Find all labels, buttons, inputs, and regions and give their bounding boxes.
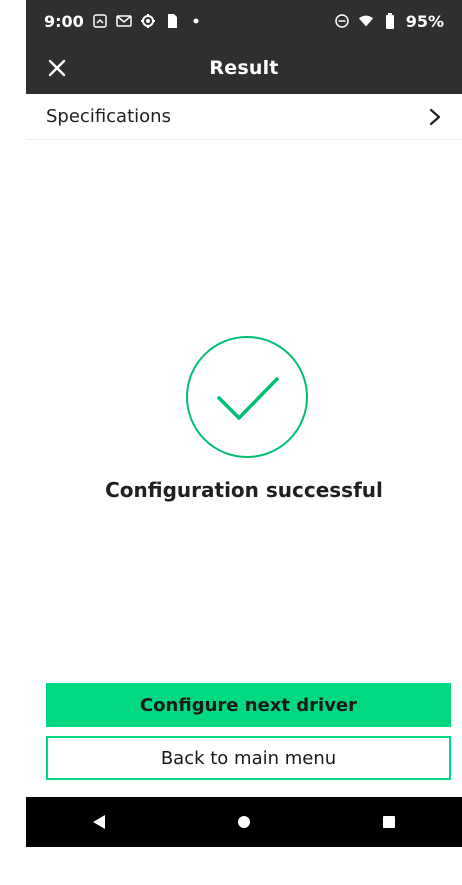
specifications-row[interactable]: Specifications — [26, 94, 462, 140]
sim-icon — [164, 13, 180, 29]
close-icon — [48, 59, 66, 77]
battery-percent: 95% — [405, 11, 444, 31]
configure-next-driver-button[interactable]: Configure next driver — [46, 683, 451, 727]
close-button[interactable] — [44, 55, 70, 81]
success-message: Configuration successful — [105, 478, 383, 502]
success-check-icon — [186, 336, 308, 458]
wifi-icon — [358, 13, 374, 29]
chevron-right-icon — [429, 108, 441, 125]
nav-home-button[interactable] — [224, 802, 264, 842]
screen: 9:00 95% Result Specifications Configura… — [0, 0, 462, 885]
status-time: 9:00 — [44, 11, 84, 31]
gmail-icon — [116, 13, 132, 29]
home-circle-icon — [237, 816, 250, 828]
screenshot-icon — [92, 13, 108, 29]
settings-cog-icon — [140, 13, 156, 29]
do-not-disturb-icon — [334, 13, 350, 29]
back-triangle-icon — [92, 815, 105, 829]
battery-icon — [382, 13, 398, 29]
page-title: Result — [209, 57, 279, 79]
nav-back-button[interactable] — [79, 802, 119, 842]
recents-square-icon — [383, 816, 396, 828]
status-right: 95% — [334, 12, 444, 31]
nav-recents-button[interactable] — [369, 802, 409, 842]
app-bar: Result — [26, 42, 462, 94]
dot-icon — [188, 13, 204, 29]
status-left: 9:00 — [44, 12, 204, 31]
status-bar: 9:00 95% — [26, 0, 462, 42]
back-to-main-menu-button[interactable]: Back to main menu — [46, 736, 451, 780]
system-nav-bar — [26, 797, 462, 847]
specifications-label: Specifications — [46, 106, 171, 127]
